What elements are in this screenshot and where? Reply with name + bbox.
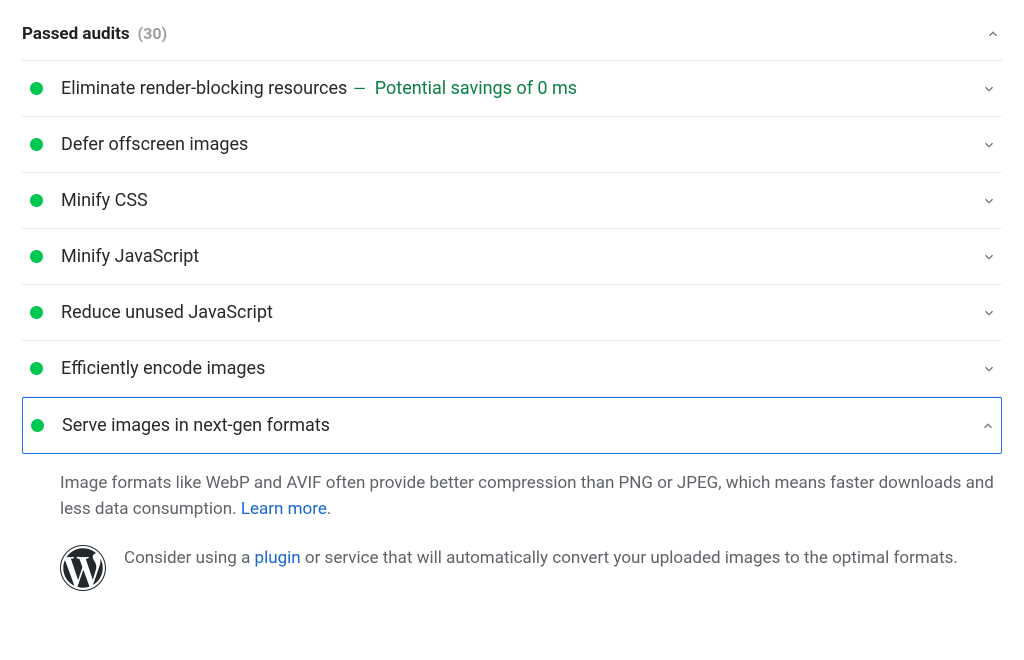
learn-more-link[interactable]: Learn more (241, 499, 327, 519)
wordpress-icon (60, 545, 106, 591)
audit-row-eliminate-render-blocking[interactable]: Eliminate render-blocking resources — Po… (22, 61, 1002, 117)
section-title: Passed audits (22, 24, 130, 44)
wordpress-tip: Consider using a plugin or service that … (22, 531, 1002, 599)
chevron-up-icon (984, 25, 1002, 43)
audit-title: Eliminate render-blocking resources (61, 78, 347, 99)
savings-dash: — (353, 79, 366, 98)
audit-row-minify-css[interactable]: Minify CSS (22, 173, 1002, 229)
audit-title: Defer offscreen images (61, 134, 248, 155)
audit-title: Serve images in next-gen formats (62, 415, 330, 436)
passed-audits-header[interactable]: Passed audits (30) (22, 18, 1002, 61)
wordpress-tip-text: Consider using a plugin or service that … (124, 545, 958, 571)
audit-details: Image formats like WebP and AVIF often p… (22, 454, 1002, 531)
section-count: (30) (138, 24, 168, 43)
details-text: Image formats like WebP and AVIF often p… (60, 473, 994, 519)
pass-dot-icon (30, 138, 43, 151)
audit-list: Eliminate render-blocking resources — Po… (22, 61, 1002, 599)
audit-row-reduce-unused-javascript[interactable]: Reduce unused JavaScript (22, 285, 1002, 341)
audit-row-serve-images-next-gen[interactable]: Serve images in next-gen formats (22, 397, 1002, 454)
wp-text-after: or service that will automatically conve… (301, 548, 958, 568)
chevron-down-icon (980, 304, 998, 322)
chevron-down-icon (980, 136, 998, 154)
audit-row-efficiently-encode-images[interactable]: Efficiently encode images (22, 341, 1002, 397)
audit-savings: Potential savings of 0 ms (375, 78, 577, 99)
pass-dot-icon (30, 306, 43, 319)
audit-row-defer-offscreen-images[interactable]: Defer offscreen images (22, 117, 1002, 173)
pass-dot-icon (30, 250, 43, 263)
wp-text-before: Consider using a (124, 548, 255, 568)
audit-title: Minify JavaScript (61, 246, 199, 267)
pass-dot-icon (30, 82, 43, 95)
details-text-after: . (327, 499, 331, 519)
audit-row-minify-javascript[interactable]: Minify JavaScript (22, 229, 1002, 285)
audit-title: Minify CSS (61, 190, 148, 211)
audit-title: Efficiently encode images (61, 358, 265, 379)
pass-dot-icon (30, 362, 43, 375)
chevron-up-icon (979, 417, 997, 435)
chevron-down-icon (980, 80, 998, 98)
pass-dot-icon (30, 194, 43, 207)
plugin-link[interactable]: plugin (255, 548, 301, 568)
chevron-down-icon (980, 192, 998, 210)
audit-title: Reduce unused JavaScript (61, 302, 273, 323)
chevron-down-icon (980, 360, 998, 378)
pass-dot-icon (31, 419, 44, 432)
chevron-down-icon (980, 248, 998, 266)
